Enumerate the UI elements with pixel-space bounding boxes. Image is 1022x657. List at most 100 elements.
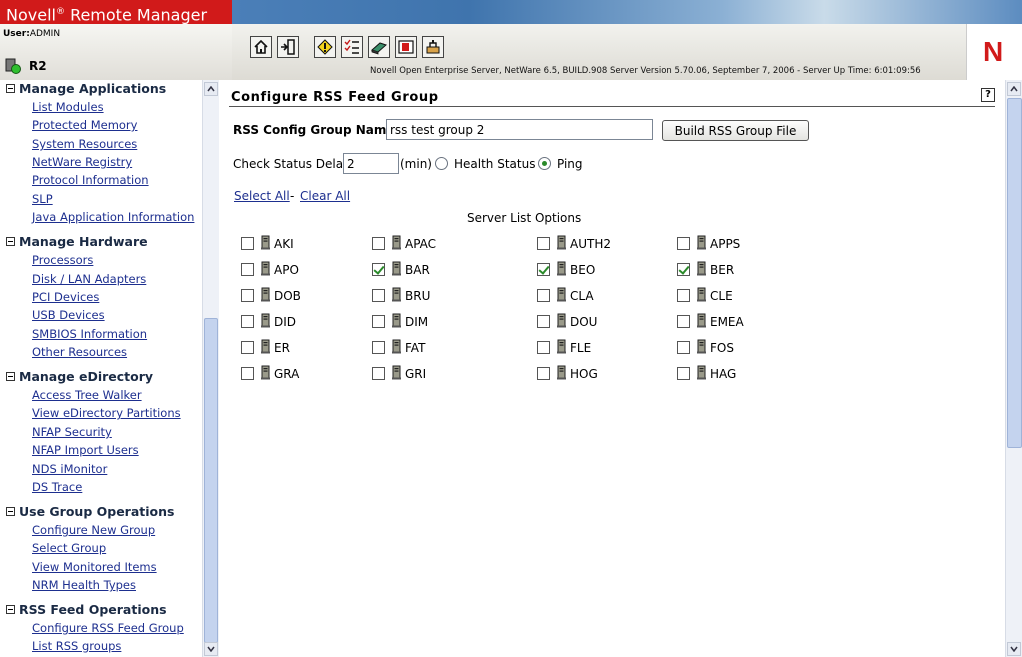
sidebar-item-netware-registry[interactable]: NetWare Registry [32, 155, 132, 169]
task-list-button[interactable] [341, 36, 363, 58]
server-checkbox[interactable] [677, 341, 690, 354]
server-checkbox[interactable] [677, 289, 690, 302]
server-checkbox[interactable] [677, 315, 690, 328]
collapse-icon[interactable] [6, 507, 15, 516]
sidebar-item-view-monitored-items[interactable]: View Monitored Items [32, 560, 157, 574]
product-suffix: Remote Manager [70, 5, 208, 25]
health-button[interactable] [314, 36, 336, 58]
server-checkbox[interactable] [372, 367, 385, 380]
sidebar-item-nfap-import-users[interactable]: NFAP Import Users [32, 443, 139, 457]
home-button[interactable] [250, 36, 272, 58]
server-label: ER [274, 341, 290, 355]
sidebar-item-java-application-information[interactable]: Java Application Information [32, 210, 194, 224]
sidebar-item-configure-new-group[interactable]: Configure New Group [32, 523, 155, 537]
sidebar-item-list-modules[interactable]: List Modules [32, 100, 104, 114]
sidebar-item-select-group[interactable]: Select Group [32, 541, 106, 555]
sidebar-item-configure-rss-feed-group[interactable]: Configure RSS Feed Group [32, 621, 184, 635]
server-icon [557, 287, 566, 302]
server-checkbox[interactable] [241, 237, 254, 250]
server-checkbox[interactable] [537, 263, 550, 276]
sidebar-item-view-edirectory-partitions[interactable]: View eDirectory Partitions [32, 406, 181, 420]
collapse-icon[interactable] [6, 605, 15, 614]
volumes-button[interactable] [368, 36, 390, 58]
health-status-radio[interactable] [435, 157, 448, 170]
utilities-button[interactable] [422, 36, 444, 58]
scroll-up-button[interactable] [1007, 82, 1021, 96]
server-label: GRI [405, 367, 427, 381]
sidebar-item-protocol-information[interactable]: Protocol Information [32, 173, 149, 187]
sidebar-item-processors[interactable]: Processors [32, 253, 93, 267]
sidebar-item-disk-lan-adapters[interactable]: Disk / LAN Adapters [32, 272, 146, 286]
server-checkbox[interactable] [677, 367, 690, 380]
sidebar-item-list-rss-groups[interactable]: List RSS groups [32, 639, 121, 653]
select-all-link[interactable]: Select All [234, 189, 290, 203]
chevron-down-icon [207, 646, 215, 652]
section-manage-applications[interactable]: Manage Applications [6, 81, 166, 96]
server-checkbox[interactable] [241, 289, 254, 302]
server-checkbox[interactable] [241, 315, 254, 328]
sidebar-item-smbios-information[interactable]: SMBIOS Information [32, 327, 147, 341]
server-checkbox[interactable] [677, 237, 690, 250]
server-label: DOU [570, 315, 598, 329]
sidebar-item-system-resources[interactable]: System Resources [32, 137, 137, 151]
scroll-thumb[interactable] [204, 318, 218, 643]
server-checkbox[interactable] [372, 237, 385, 250]
section-manage-edirectory[interactable]: Manage eDirectory [6, 369, 153, 384]
server-label: FOS [710, 341, 734, 355]
sidebar-item-nds-imonitor[interactable]: NDS iMonitor [32, 462, 107, 476]
exit-button[interactable] [277, 36, 299, 58]
server-checkbox[interactable] [372, 341, 385, 354]
console-button[interactable] [395, 36, 417, 58]
server-icon [557, 235, 566, 250]
sidebar-scrollbar[interactable] [202, 80, 219, 657]
server-checkbox[interactable] [241, 367, 254, 380]
sidebar-item-other-resources[interactable]: Other Resources [32, 345, 127, 359]
scroll-down-button[interactable] [1007, 642, 1021, 656]
task-list-icon [344, 39, 359, 54]
scroll-thumb[interactable] [1007, 98, 1022, 448]
collapse-icon[interactable] [6, 84, 15, 93]
sidebar-item-nrm-health-types[interactable]: NRM Health Types [32, 578, 136, 592]
server-label: DIM [405, 315, 429, 329]
collapse-icon[interactable] [6, 372, 15, 381]
server-checkbox[interactable] [677, 263, 690, 276]
section-use-group-operations[interactable]: Use Group Operations [6, 504, 174, 519]
sidebar-item-protected-memory[interactable]: Protected Memory [32, 118, 137, 132]
sidebar-item-ds-trace[interactable]: DS Trace [32, 480, 82, 494]
server-icon [261, 313, 270, 328]
main-scrollbar[interactable] [1005, 80, 1022, 657]
server-checkbox[interactable] [537, 237, 550, 250]
server-label: CLA [570, 289, 594, 303]
server-label: FLE [570, 341, 592, 355]
server-checkbox[interactable] [372, 289, 385, 302]
clear-all-link[interactable]: Clear All [300, 189, 350, 203]
section-rss-feed-operations[interactable]: RSS Feed Operations [6, 602, 167, 617]
help-icon[interactable]: ? [981, 88, 995, 102]
server-checkbox[interactable] [537, 341, 550, 354]
server-checkbox[interactable] [241, 341, 254, 354]
sidebar-item-slp[interactable]: SLP [32, 192, 53, 206]
build-rss-group-file-button[interactable]: Build RSS Group File [662, 120, 809, 141]
utilities-icon [426, 40, 440, 54]
check-status-delay-input[interactable] [343, 153, 399, 174]
ping-radio[interactable] [538, 157, 551, 170]
group-name-input[interactable] [386, 119, 653, 140]
server-checkbox[interactable] [372, 315, 385, 328]
health-status-label: Health Status [454, 157, 536, 171]
sidebar-item-nfap-security[interactable]: NFAP Security [32, 425, 112, 439]
server-label: FAT [405, 341, 426, 355]
server-icon [557, 365, 566, 380]
sidebar-item-pci-devices[interactable]: PCI Devices [32, 290, 99, 304]
section-manage-hardware[interactable]: Manage Hardware [6, 234, 148, 249]
volumes-icon [371, 42, 387, 55]
server-checkbox[interactable] [537, 289, 550, 302]
scroll-up-button[interactable] [204, 82, 218, 96]
scroll-down-button[interactable] [204, 642, 218, 656]
server-checkbox[interactable] [537, 315, 550, 328]
sidebar-item-usb-devices[interactable]: USB Devices [32, 308, 105, 322]
sidebar-item-access-tree-walker[interactable]: Access Tree Walker [32, 388, 142, 402]
server-checkbox[interactable] [372, 263, 385, 276]
server-checkbox[interactable] [537, 367, 550, 380]
collapse-icon[interactable] [6, 237, 15, 246]
server-checkbox[interactable] [241, 263, 254, 276]
